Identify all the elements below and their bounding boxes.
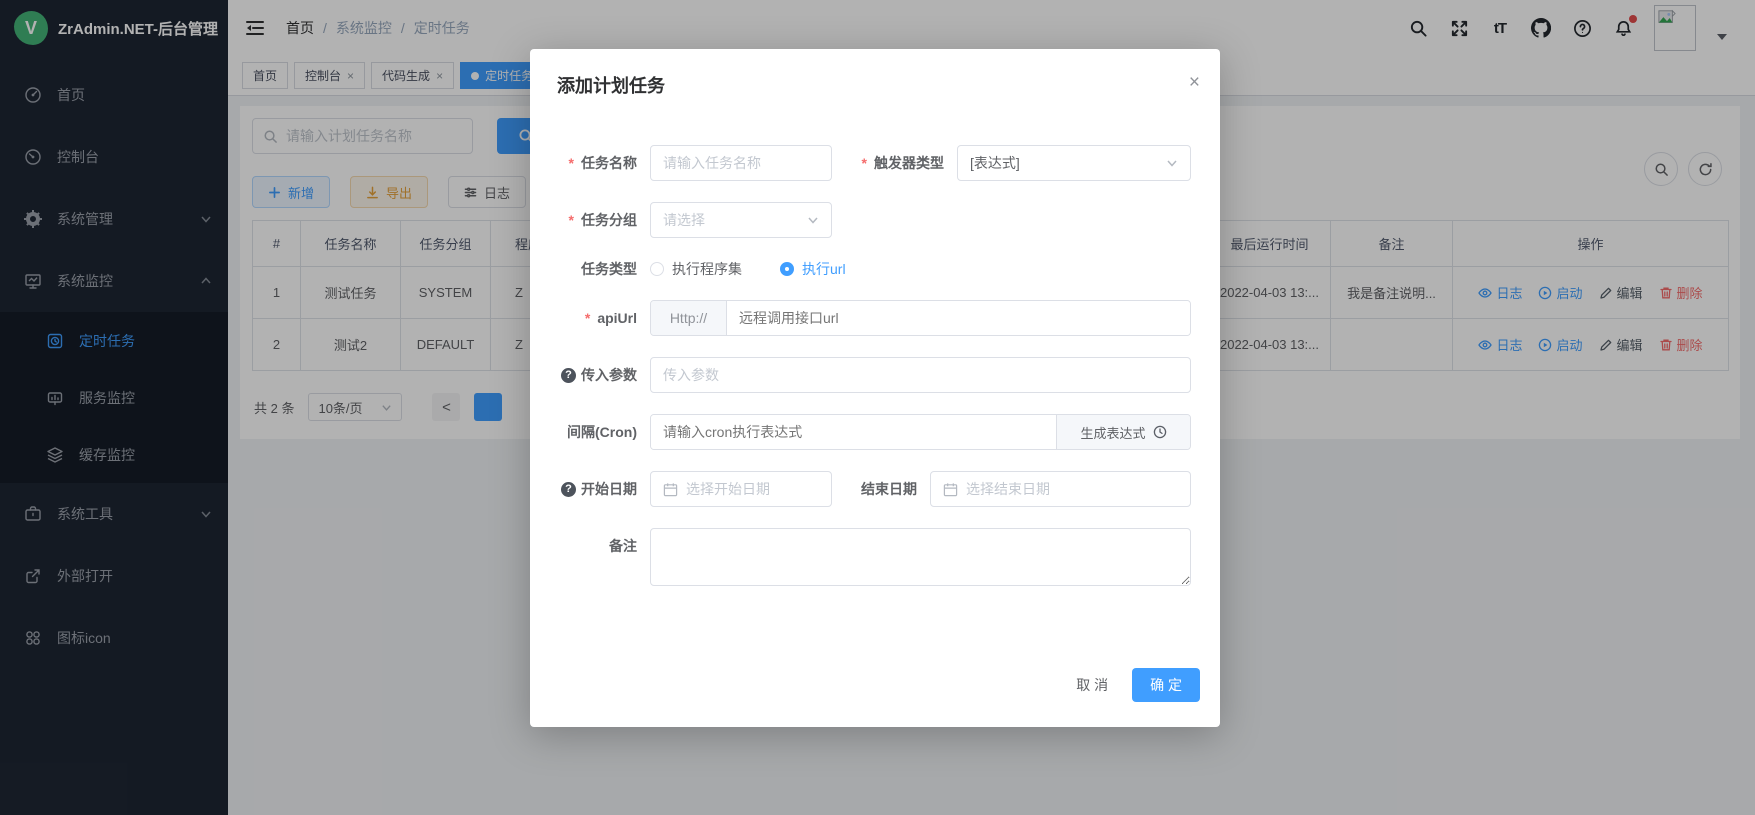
api-url-input[interactable]: [727, 301, 1190, 335]
modal-footer: 取 消 确 定: [1064, 667, 1200, 703]
chevron-down-icon: [807, 214, 819, 226]
form-row-task-name: *任务名称 *触发器类型 [表达式]: [530, 145, 1191, 181]
remark-label: 备注: [530, 528, 650, 556]
form-row-remark: 备注: [530, 528, 1191, 586]
generate-cron-button[interactable]: 生成表达式: [1056, 415, 1190, 449]
radio-circle-icon: [780, 262, 794, 276]
required-mark: *: [569, 155, 574, 171]
api-url-prefix: Http://: [651, 301, 727, 335]
api-url-label: *apiUrl: [530, 310, 650, 326]
api-url-group: Http://: [650, 300, 1191, 336]
remark-textarea[interactable]: [650, 528, 1191, 586]
params-field: [650, 357, 1191, 393]
params-label: ?传入参数: [530, 365, 650, 385]
task-name-input[interactable]: [663, 155, 819, 171]
calendar-icon: [663, 482, 678, 497]
start-date-label: ?开始日期: [530, 479, 650, 499]
app-root: V ZrAdmin.NET-后台管理 首页 控制台 系统管理 系统监控: [0, 0, 1755, 815]
modal-body: *任务名称 *触发器类型 [表达式] *任务分组 请选择 任务类型: [530, 99, 1220, 586]
form-row-dates: ?开始日期 结束日期: [530, 471, 1191, 507]
radio-exec-url[interactable]: 执行url: [780, 259, 846, 279]
confirm-button[interactable]: 确 定: [1132, 668, 1200, 702]
radio-label: 执行url: [802, 259, 846, 279]
cron-group: 生成表达式: [650, 414, 1191, 450]
trigger-type-value: [表达式]: [970, 153, 1020, 173]
radio-label: 执行程序集: [672, 259, 742, 279]
modal-title: 添加计划任务: [557, 73, 665, 99]
cancel-button[interactable]: 取 消: [1064, 667, 1120, 703]
modal-header: 添加计划任务 ×: [530, 49, 1220, 99]
task-group-placeholder: 请选择: [663, 210, 705, 230]
form-row-params: ?传入参数: [530, 357, 1191, 393]
calendar-icon: [943, 482, 958, 497]
help-circle-icon: ?: [561, 368, 576, 383]
add-task-modal: 添加计划任务 × *任务名称 *触发器类型 [表达式] *任务分组 请选择: [530, 49, 1220, 727]
trigger-type-label: *触发器类型: [832, 153, 957, 173]
task-type-label: 任务类型: [530, 259, 650, 279]
end-date-input[interactable]: [966, 481, 1178, 497]
cron-input[interactable]: [651, 415, 1056, 449]
chevron-down-icon: [1166, 157, 1178, 169]
form-row-api-url: *apiUrl Http://: [530, 300, 1191, 336]
end-date-label: 结束日期: [832, 479, 930, 499]
generate-cron-label: 生成表达式: [1080, 423, 1145, 442]
radio-exec-assembly[interactable]: 执行程序集: [650, 259, 742, 279]
trigger-type-select[interactable]: [表达式]: [957, 145, 1191, 181]
required-mark: *: [569, 212, 574, 228]
task-group-select[interactable]: 请选择: [650, 202, 832, 238]
close-icon[interactable]: ×: [1189, 73, 1200, 92]
start-date-input[interactable]: [686, 481, 819, 497]
required-mark: *: [585, 310, 590, 326]
end-date-picker[interactable]: [930, 471, 1191, 507]
task-name-field: [650, 145, 832, 181]
form-row-cron: 间隔(Cron) 生成表达式: [530, 414, 1191, 450]
required-mark: *: [862, 155, 867, 171]
task-group-label: *任务分组: [530, 210, 650, 230]
form-row-task-group: *任务分组 请选择: [530, 202, 1191, 238]
cron-label: 间隔(Cron): [530, 422, 650, 442]
clock-icon: [1153, 425, 1167, 439]
params-input[interactable]: [663, 367, 1178, 383]
task-name-label: *任务名称: [530, 153, 650, 173]
radio-circle-icon: [650, 262, 664, 276]
start-date-picker[interactable]: [650, 471, 832, 507]
help-circle-icon: ?: [561, 482, 576, 497]
form-row-task-type: 任务类型 执行程序集 执行url: [530, 259, 1191, 279]
